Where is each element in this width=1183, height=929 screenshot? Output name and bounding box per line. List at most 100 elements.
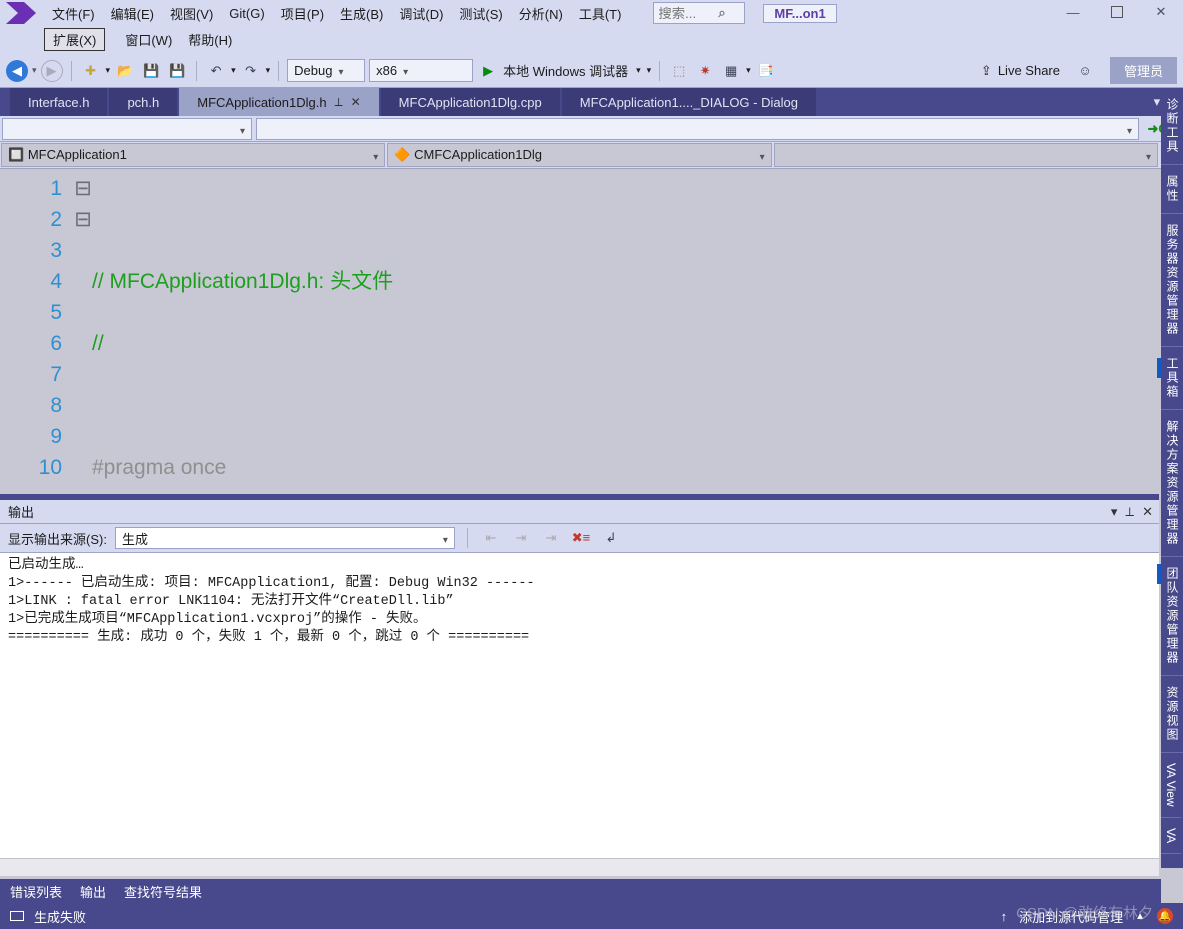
nav-forward-button[interactable]: ▶ [41,60,63,82]
code-area[interactable]: // MFCApplication1Dlg.h: 头文件 // #pragma … [92,169,1161,482]
menu-tools[interactable]: 工具(T) [571,1,630,26]
config-dropdown[interactable]: Debug [287,59,365,82]
menu-project[interactable]: 项目(P) [273,1,332,26]
member-dropdown[interactable] [774,143,1158,167]
platform-dropdown[interactable]: x86 [369,59,473,82]
config-value: Debug [294,63,332,78]
tab-interface-h[interactable]: Interface.h [10,88,107,116]
tab-dialog-resource[interactable]: MFCApplication1...._DIALOG - Dialog [562,88,816,116]
side-tab-va-view[interactable]: VA View [1161,753,1181,818]
toolbar-icon-2[interactable]: ✷ [694,60,716,82]
toolbar-icon-1[interactable]: ⬚ [668,60,690,82]
output-source-dropdown[interactable]: 生成 [115,527,455,549]
side-marker-2 [1157,564,1161,584]
maximize-button[interactable] [1095,0,1139,24]
side-tab-va[interactable]: VA [1161,818,1181,854]
output-panel: 输出 ▾ ⟂ ✕ 显示输出来源(S): 生成 ⇤ ⇥ ⇥ ✖≡ ↲ 已启动生成…… [0,494,1159,876]
output-h-scrollbar[interactable] [0,858,1159,876]
undo-button[interactable]: ↶ [205,60,227,82]
debug-target-label[interactable]: 本地 Windows 调试器 [503,61,628,80]
save-all-button[interactable]: 💾 [166,60,188,82]
output-header: 输出 ▾ ⟂ ✕ [0,500,1159,524]
tab-label: Interface.h [28,95,89,110]
start-debug-button[interactable]: ▶ [477,60,499,82]
side-tab-toolbox[interactable]: 工具箱 [1161,347,1183,410]
menu-view[interactable]: 视图(V) [162,1,221,26]
side-tab-server-explorer[interactable]: 服务器资源管理器 [1161,214,1183,347]
class-dropdown[interactable]: 🔶 CMFCApplication1Dlg [387,143,771,167]
search-box[interactable]: ⌕ [653,2,745,24]
feedback-button[interactable]: ☺ [1074,60,1096,82]
side-tab-diagnostics[interactable]: 诊断工具 [1161,88,1183,165]
solution-chip[interactable]: MF...on1 [763,4,836,23]
nav-scope-dropdown[interactable] [2,118,252,140]
close-window-button[interactable]: ✕ [1139,0,1183,24]
menu-extensions[interactable]: 扩展(X) [44,28,105,51]
open-button[interactable]: 📂 [114,60,136,82]
tab-overflow-button[interactable]: ▾ [1154,94,1161,110]
output-indent-btn3[interactable]: ⇥ [540,527,562,549]
toolbar-icon-3[interactable]: ▦ [720,60,742,82]
panel-menu-button[interactable]: ▾ [1111,504,1118,520]
output-wrap-button[interactable]: ↲ [600,527,622,549]
tab-label: MFCApplication1Dlg.cpp [399,95,542,110]
output-toolbar: 显示输出来源(S): 生成 ⇤ ⇥ ⇥ ✖≡ ↲ [0,524,1159,552]
live-share-button[interactable]: ⇪ Live Share [971,63,1070,79]
platform-value: x86 [376,63,397,78]
menu-file[interactable]: 文件(F) [44,1,103,26]
tab-pch-h[interactable]: pch.h [109,88,177,116]
tab-mfcapp-dlg-h[interactable]: MFCApplication1Dlg.h ⟂ ✕ [179,88,378,116]
search-icon: ⌕ [718,5,725,21]
search-input[interactable] [658,6,718,21]
bottom-tab-error-list[interactable]: 错误列表 [10,882,62,901]
maximize-icon [1111,6,1123,18]
panel-close-button[interactable]: ✕ [1142,504,1153,520]
toolbar-icon-4[interactable]: 📑 [755,60,777,82]
line-number-gutter: 12345678910 [0,169,74,482]
menu-analyze[interactable]: 分析(N) [511,1,571,26]
output-indent-btn2[interactable]: ⇥ [510,527,532,549]
class-value: CMFCApplication1Dlg [414,147,542,162]
side-tab-properties[interactable]: 属性 [1161,165,1183,214]
tab-label: MFCApplication1Dlg.h [197,95,326,110]
output-text[interactable]: 已启动生成… 1>------ 已启动生成: 项目: MFCApplicatio… [0,552,1159,858]
redo-button[interactable]: ↷ [240,60,262,82]
menu-window[interactable]: 窗口(W) [117,27,180,52]
output-indent-left-button[interactable]: ⇤ [480,527,502,549]
side-tab-team-explorer[interactable]: 团队资源管理器 [1161,557,1183,676]
side-tab-resource-view[interactable]: 资源视图 [1161,676,1183,753]
menu-help[interactable]: 帮助(H) [180,27,240,52]
titlebar: 文件(F) 编辑(E) 视图(V) Git(G) 项目(P) 生成(B) 调试(… [0,0,1183,54]
nav-back-button[interactable]: ◀ [6,60,28,82]
project-dropdown[interactable]: 🔲 MFCApplication1 [1,143,385,167]
side-tab-solution-explorer[interactable]: 解决方案资源管理器 [1161,410,1183,557]
panel-pin-button[interactable]: ⟂ [1125,504,1134,520]
pin-icon[interactable]: ⟂ [335,95,343,110]
live-share-label: Live Share [998,63,1060,78]
output-source-label: 显示输出来源(S): [8,529,107,548]
admin-badge: 管理员 [1110,57,1177,84]
share-icon: ⇪ [981,63,992,79]
minimize-button[interactable]: — [1051,0,1095,24]
code-editor[interactable]: 12345678910 ⊟⊟ // MFCApplication1Dlg.h: … [0,168,1183,482]
close-tab-button[interactable]: ✕ [351,95,361,109]
menu-build[interactable]: 生成(B) [332,1,391,26]
menu-git[interactable]: Git(G) [221,3,272,24]
vs-logo-icon [6,2,36,24]
new-project-button[interactable]: ✚ [80,60,102,82]
menu-debug[interactable]: 调试(D) [391,1,451,26]
menu-test[interactable]: 测试(S) [451,1,510,26]
menu-edit[interactable]: 编辑(E) [103,1,162,26]
nav-member-dropdown[interactable] [256,118,1139,140]
fold-gutter[interactable]: ⊟⊟ [74,169,92,482]
code-line: // [92,332,104,355]
notifications-icon[interactable]: 🔔 [1157,908,1173,924]
bottom-tab-output[interactable]: 输出 [80,882,106,901]
tab-mfcapp-dlg-cpp[interactable]: MFCApplication1Dlg.cpp [381,88,560,116]
bottom-tab-find-results[interactable]: 查找符号结果 [124,882,202,901]
status-up-arrow-icon[interactable]: ↑ [1001,909,1008,924]
right-dock-tabs: 诊断工具 属性 服务器资源管理器 工具箱 解决方案资源管理器 团队资源管理器 资… [1161,88,1183,868]
status-source-control[interactable]: 添加到源代码管理 [1019,907,1123,926]
save-button[interactable]: 💾 [140,60,162,82]
output-clear-button[interactable]: ✖≡ [570,527,592,549]
